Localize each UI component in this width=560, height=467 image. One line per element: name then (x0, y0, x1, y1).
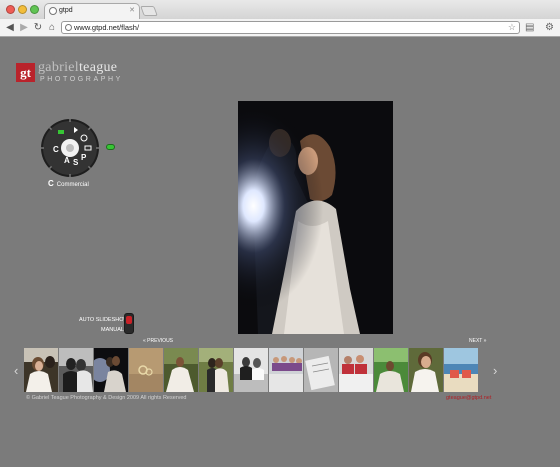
mode-letter: C (48, 179, 54, 188)
url-text: www.gtpd.net/flash/ (74, 23, 140, 32)
thumbnails-left-arrow-icon[interactable]: ‹ (14, 363, 18, 378)
thumbnail[interactable] (234, 348, 268, 392)
dial-letter-s: S (73, 158, 79, 167)
main-photo-couple-dancing[interactable] (238, 101, 393, 334)
logo-name[interactable]: gabrielteague (38, 60, 117, 76)
dial-mode-marker (58, 130, 64, 134)
slideshow-toggle-knob (126, 316, 132, 324)
thumbnail[interactable] (269, 348, 303, 392)
auto-slideshow-label[interactable]: AUTO SLIDESHOW (79, 317, 129, 323)
page-favicon-icon (49, 7, 57, 15)
logo-mark[interactable]: gt (16, 63, 35, 82)
home-icon[interactable]: ⌂ (46, 21, 58, 34)
close-window-button[interactable] (6, 5, 15, 14)
thumbnail[interactable] (129, 348, 163, 392)
forward-icon[interactable]: ▶ (18, 21, 30, 34)
tab-close-icon[interactable]: ✕ (129, 6, 135, 14)
zoom-window-button[interactable] (30, 5, 39, 14)
wrench-icon[interactable]: ⚙ (545, 21, 554, 34)
dial-letter-c: C (53, 145, 59, 154)
address-bar[interactable]: www.gtpd.net/flash/ ☆ (61, 21, 520, 34)
next-link[interactable]: NEXT » (469, 338, 486, 344)
page-menu-icon[interactable]: ▤ (525, 21, 534, 34)
thumbnail[interactable] (24, 348, 58, 392)
thumbnail[interactable] (59, 348, 93, 392)
logo-subtitle: PHOTOGRAPHY (40, 76, 123, 83)
current-mode-label: C Commercial (48, 179, 89, 188)
new-tab-button[interactable] (140, 6, 158, 16)
logo-first-name: gabriel (38, 60, 79, 75)
contact-email-link[interactable]: gteague@gtpd.net (446, 395, 491, 401)
thumbnail[interactable] (409, 348, 443, 392)
dial-letter-p: P (81, 153, 87, 162)
browser-tab-bar: gtpd ✕ (0, 0, 560, 19)
bookmark-star-icon[interactable]: ☆ (508, 22, 516, 33)
tab-title: gtpd (59, 7, 73, 14)
reload-icon[interactable]: ↻ (32, 21, 44, 34)
mode-name: Commercial (56, 182, 89, 188)
globe-icon (65, 24, 72, 31)
thumbnail-strip (24, 348, 491, 392)
thumbnail[interactable] (374, 348, 408, 392)
thumbnail[interactable] (199, 348, 233, 392)
logo-last-name: teague (78, 60, 118, 75)
thumbnails-right-arrow-icon[interactable]: › (493, 363, 497, 378)
thumbnail[interactable] (94, 348, 128, 392)
browser-tab[interactable]: gtpd ✕ (44, 3, 140, 19)
browser-toolbar: ◀ ▶ ↻ ⌂ www.gtpd.net/flash/ ☆ ▤ ⚙ (0, 19, 560, 37)
manual-label[interactable]: MANUAL (101, 327, 124, 333)
slideshow-toggle-switch[interactable] (124, 313, 134, 334)
thumbnail[interactable] (339, 348, 373, 392)
minimize-window-button[interactable] (18, 5, 27, 14)
mode-indicator-led (106, 144, 115, 150)
dial-letter-a: A (64, 156, 70, 165)
copyright-text: © Gabriel Teague Photography & Design 20… (26, 395, 187, 401)
back-icon[interactable]: ◀ (4, 21, 16, 34)
thumbnail[interactable] (304, 348, 338, 392)
thumbnail[interactable] (444, 348, 478, 392)
previous-link[interactable]: « PREVIOUS (143, 338, 173, 344)
mode-dial[interactable]: A S P C (40, 118, 100, 178)
thumbnail[interactable] (164, 348, 198, 392)
